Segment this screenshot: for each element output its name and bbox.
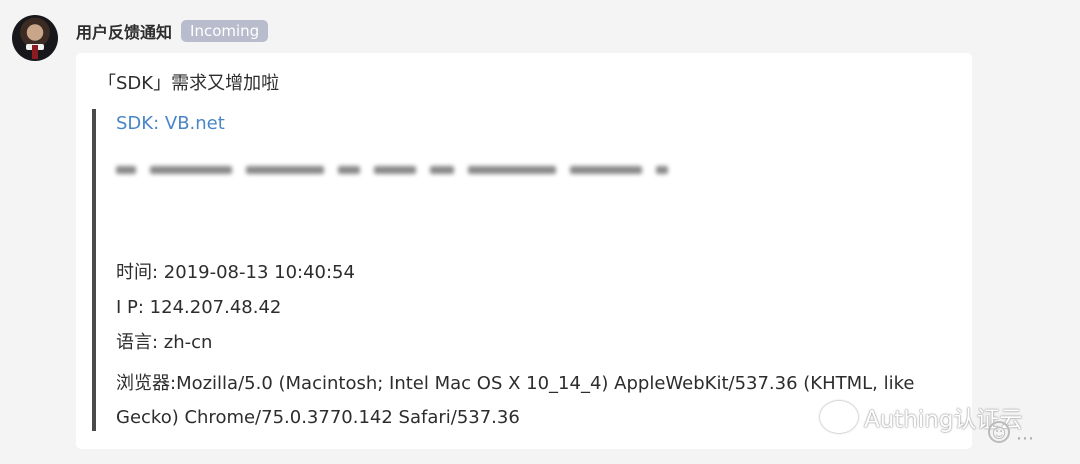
ip-line: I P: 124.207.48.42 — [116, 297, 282, 318]
sdk-link[interactable]: SDK: VB.net — [116, 113, 225, 134]
time-line: 时间: 2019-08-13 10:40:54 — [116, 262, 355, 283]
quote-bar — [92, 109, 96, 431]
language-line: 语言: zh-cn — [116, 332, 213, 353]
redacted-text — [116, 161, 668, 179]
status-badge: Incoming — [181, 20, 269, 42]
avatar[interactable] — [12, 15, 58, 61]
message-intro: 「SDK」需求又增加啦 — [98, 73, 280, 94]
message-header: 用户反馈通知 Incoming — [76, 19, 269, 43]
more-icon[interactable]: ⋯ — [1016, 428, 1035, 449]
smiley-icon[interactable]: ☺ — [988, 421, 1010, 443]
avatar-tie — [32, 45, 38, 59]
wechat-icon — [820, 401, 858, 433]
message-bubble: 「SDK」需求又增加啦 SDK: VB.net 时间: 2019-08-13 1… — [76, 53, 972, 449]
sender-name[interactable]: 用户反馈通知 — [76, 19, 172, 43]
